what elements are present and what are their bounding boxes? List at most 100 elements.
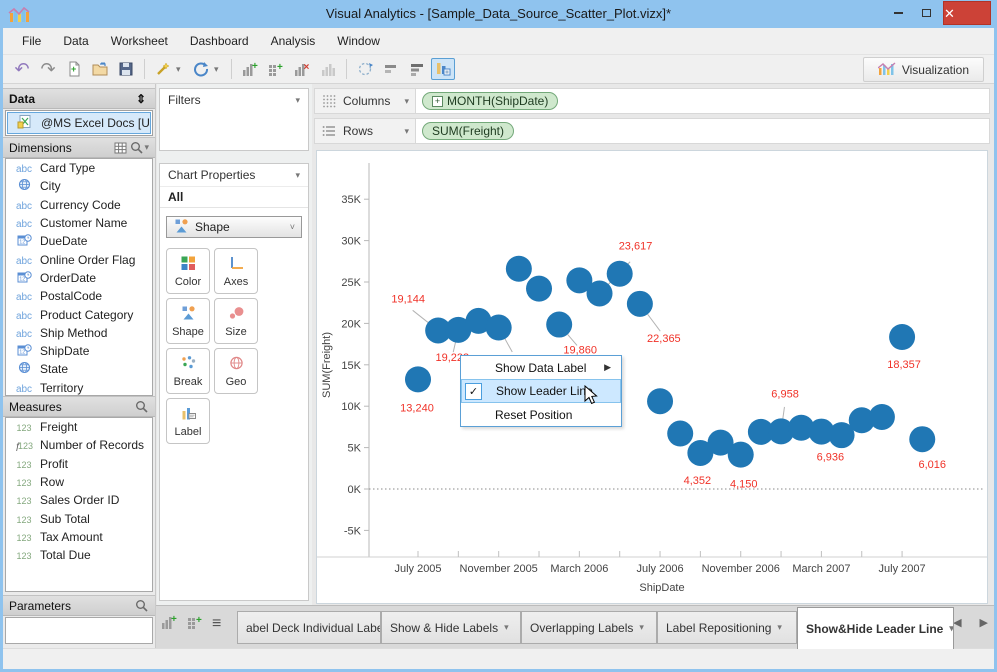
measure-item-sub-total[interactable]: 123 Sub Total [6, 509, 152, 527]
data-point[interactable] [526, 275, 553, 302]
tab-label-repositioning[interactable]: Label Repositioning ▾ [657, 611, 797, 644]
data-point[interactable] [606, 260, 633, 287]
measure-item-sales-order-id[interactable]: 123 Sales Order ID [6, 491, 152, 509]
data-point[interactable] [626, 290, 653, 317]
dimension-item-customer-name[interactable]: abc Customer Name [6, 214, 152, 232]
dimension-item-postalcode[interactable]: abc PostalCode [6, 287, 152, 305]
rows-shelf-label[interactable]: Rows ▾ [315, 119, 416, 143]
data-point[interactable] [647, 388, 674, 415]
add-crosstab-icon[interactable]: + [264, 58, 288, 80]
dimension-item-ship-method[interactable]: abc Ship Method [6, 324, 152, 342]
data-point[interactable] [889, 324, 916, 351]
view-data-grid-icon[interactable] [112, 142, 128, 154]
data-point[interactable] [667, 420, 694, 447]
sort-updown-icon[interactable]: ⇕ [133, 92, 149, 106]
tab-scroll-right-icon[interactable]: ▶ [980, 616, 988, 629]
dropdown-caret-icon[interactable]: ▾ [214, 64, 224, 75]
size-property-button[interactable]: Size [214, 298, 258, 344]
tab-scroll-left-icon[interactable]: ◀ [953, 616, 961, 629]
data-point-label[interactable]: 6,936 [817, 452, 845, 464]
swap-axes-icon[interactable] [431, 58, 455, 80]
rows-pill-sum-freight[interactable]: SUM(Freight) [422, 122, 515, 140]
align-bars-icon[interactable] [405, 58, 429, 80]
measure-item-profit[interactable]: 123 Profit [6, 455, 152, 473]
refresh-icon[interactable] [189, 58, 213, 80]
tab-abel-deck-individual-labels[interactable]: abel Deck Individual Labels ▾ [237, 611, 381, 644]
chevron-down-icon[interactable]: ▾ [777, 622, 782, 633]
measure-item-total-due[interactable]: 123 Total Due [6, 546, 152, 564]
chevron-down-icon[interactable]: ▾ [949, 623, 953, 634]
menu-item-dashboard[interactable]: Dashboard [179, 30, 260, 52]
open-folder-icon[interactable] [88, 58, 112, 80]
data-point-label[interactable]: 23,617 [619, 240, 653, 252]
chevron-down-icon[interactable]: ▾ [504, 622, 509, 633]
columns-shelf-label[interactable]: Columns ▾ [315, 89, 416, 113]
remove-chart-icon[interactable]: × [290, 58, 314, 80]
maximize-button[interactable] [913, 3, 939, 24]
dimension-item-state[interactable]: State [6, 360, 152, 378]
new-file-icon[interactable]: + [62, 58, 86, 80]
data-point[interactable] [546, 311, 573, 338]
dimension-item-card-type[interactable]: abc Card Type [6, 159, 152, 177]
dimension-item-online-order-flag[interactable]: abc Online Order Flag [6, 250, 152, 268]
dimension-item-city[interactable]: City [6, 177, 152, 195]
context-menu-item-show-data-label[interactable]: Show Data Label ▶ [461, 356, 621, 379]
tab-show-hide-leader-line[interactable]: Show&Hide Leader Line ▾ [797, 607, 954, 649]
break-property-button[interactable]: Break [166, 348, 210, 394]
chevron-down-icon[interactable]: ▾ [295, 170, 300, 181]
data-section-header[interactable]: Data ⇕ [3, 88, 155, 109]
minimize-button[interactable] [885, 3, 911, 24]
dropdown-caret-icon[interactable]: ▾ [176, 64, 186, 75]
filters-header[interactable]: Filters ▾ [160, 89, 308, 111]
axes-property-button[interactable]: Axes [214, 248, 258, 294]
data-point[interactable] [868, 403, 895, 430]
menu-item-file[interactable]: File [11, 30, 52, 52]
title-bar[interactable]: Visual Analytics - [Sample_Data_Source_S… [0, 0, 997, 28]
dimension-item-orderdate[interactable]: 12 OrderDate [6, 269, 152, 287]
data-point-label[interactable]: 4,352 [684, 475, 712, 487]
chevron-down-icon[interactable]: ▾ [404, 126, 409, 137]
data-point-label[interactable]: 19,144 [391, 293, 425, 305]
scatter-chart-panel[interactable]: 35K 30K 25K 20K 15K 10K 5K 0K -5K SUM(Freight) Jul… [316, 150, 988, 604]
search-icon[interactable] [133, 400, 149, 413]
color-property-button[interactable]: Color [166, 248, 210, 294]
visualization-toggle-button[interactable]: Visualization [862, 57, 984, 82]
data-point-label[interactable]: 6,016 [918, 459, 946, 471]
menu-item-data[interactable]: Data [52, 30, 99, 52]
dimension-item-territory[interactable]: abc Territory [6, 379, 152, 395]
expand-plus-icon[interactable]: + [432, 95, 443, 107]
data-point[interactable] [505, 255, 532, 282]
tab-show-hide-labels[interactable]: Show & Hide Labels ▾ [381, 611, 521, 644]
data-source-item-selected[interactable]: @MS Excel Docs [U... [7, 112, 151, 134]
chevron-down-icon[interactable]: ▾ [404, 96, 409, 107]
sort-bars-icon[interactable] [379, 58, 403, 80]
search-icon[interactable] [133, 599, 149, 612]
data-point[interactable] [586, 280, 613, 307]
data-point-label[interactable]: 22,365 [647, 333, 681, 345]
mark-type-dropdown[interactable]: Shape ˅ [166, 216, 302, 238]
data-point-label[interactable]: 18,357 [887, 359, 921, 371]
chevron-down-icon[interactable]: ▾ [144, 142, 149, 153]
scatter-chart[interactable]: 35K 30K 25K 20K 15K 10K 5K 0K -5K SUM(Freight) Jul… [317, 151, 987, 603]
add-crosstab-icon[interactable]: + [186, 614, 204, 633]
chevron-down-icon[interactable]: ▾ [295, 95, 300, 106]
add-chart-icon[interactable]: + [238, 58, 262, 80]
data-point[interactable] [909, 426, 936, 453]
context-menu-item-reset-position[interactable]: Reset Position [461, 403, 621, 426]
dimension-item-currency-code[interactable]: abc Currency Code [6, 196, 152, 214]
redo-icon[interactable]: ↷ [36, 58, 60, 80]
sheet-list-icon[interactable]: ≡ [212, 615, 221, 632]
undo-icon[interactable]: ↶ [10, 58, 34, 80]
data-point-label[interactable]: 4,150 [730, 479, 758, 491]
measures-section-header[interactable]: Measures [3, 396, 155, 417]
columns-pill-month-shipdate[interactable]: + MONTH(ShipDate) [422, 92, 559, 110]
chart-muted-icon[interactable] [316, 58, 340, 80]
measure-item-freight[interactable]: 123 Freight [6, 418, 152, 436]
menu-item-window[interactable]: Window [326, 30, 391, 52]
data-point-label[interactable]: 13,240 [400, 402, 434, 414]
data-point[interactable] [485, 314, 512, 341]
measure-item-tax-amount[interactable]: 123 Tax Amount [6, 528, 152, 546]
data-point[interactable] [405, 366, 431, 393]
measure-item-row[interactable]: 123 Row [6, 473, 152, 491]
measure-item-number-of-records[interactable]: ƒ123 Number of Records [6, 436, 152, 454]
